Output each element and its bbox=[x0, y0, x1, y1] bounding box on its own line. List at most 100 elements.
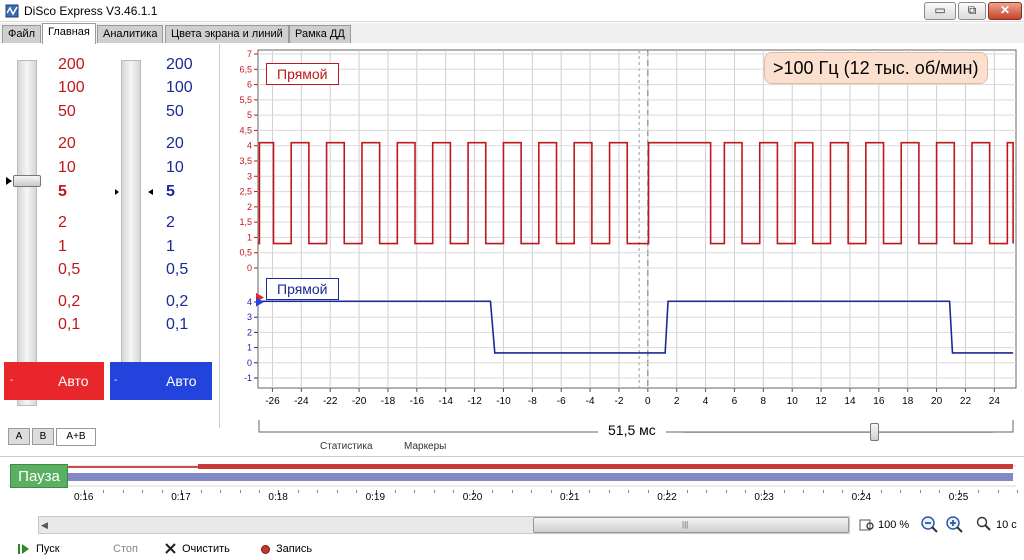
scale-value[interactable]: 200 bbox=[58, 57, 85, 73]
plot-frame bbox=[257, 49, 1017, 389]
scale-value[interactable]: 10 bbox=[58, 160, 76, 176]
red-y-tick-label: 2,5 bbox=[239, 187, 252, 197]
maximize-button[interactable]: ⧉ bbox=[958, 2, 986, 20]
overview-minor-tick bbox=[628, 490, 630, 493]
scale-value[interactable]: 100 bbox=[58, 80, 85, 96]
scale-value[interactable]: 0,1 bbox=[58, 317, 80, 333]
zoom-in-icon[interactable] bbox=[945, 515, 963, 533]
scale-value[interactable]: 1 bbox=[166, 239, 175, 255]
zoom-time: 10 с bbox=[996, 519, 1017, 531]
scale-value[interactable]: 50 bbox=[166, 104, 184, 120]
channel-b-auto-button[interactable]: - Авто bbox=[110, 362, 212, 400]
overview-minor-tick bbox=[220, 490, 222, 493]
overview-minor-tick bbox=[531, 490, 533, 493]
x-tick-label: -26 bbox=[265, 396, 280, 407]
tab-statistics[interactable]: Статистика bbox=[320, 441, 373, 452]
scale-panel: 200 100 50 20 10 5 2 1 0,5 0,2 0,1 - Авт… bbox=[0, 44, 220, 446]
horizontal-scrollbar[interactable]: ◀ ||| bbox=[38, 516, 850, 534]
blue-y-tick-label: 4 bbox=[247, 297, 252, 307]
auto-label: Авто bbox=[166, 373, 197, 389]
overview-minor-tick bbox=[686, 490, 688, 493]
tab-channel-b[interactable]: B bbox=[32, 428, 54, 445]
control-bar: Пуск Стоп Очистить Запись bbox=[0, 538, 1024, 560]
overview-strip[interactable] bbox=[8, 461, 1016, 491]
scale-value[interactable]: 0,1 bbox=[166, 317, 188, 333]
start-button[interactable]: Пуск bbox=[36, 543, 60, 555]
scrollbar-thumb[interactable]: ||| bbox=[533, 517, 849, 533]
scale-value[interactable]: 1 bbox=[58, 239, 67, 255]
auto-label: Авто bbox=[58, 373, 89, 389]
tab-analytics[interactable]: Аналитика bbox=[97, 25, 164, 43]
overview-tick-label: 0:24 bbox=[851, 492, 872, 503]
overview-trace bbox=[8, 464, 1016, 487]
scale-value[interactable]: 200 bbox=[166, 57, 193, 73]
play-icon[interactable] bbox=[18, 543, 30, 555]
scale-value[interactable]: 2 bbox=[166, 215, 175, 231]
tab-colors[interactable]: Цвета экрана и линий bbox=[165, 25, 289, 43]
channel-a-auto-button[interactable]: - Авто bbox=[4, 362, 104, 400]
clear-icon[interactable] bbox=[165, 543, 176, 554]
scale-value[interactable]: 0,2 bbox=[58, 294, 80, 310]
scale-value[interactable]: 10 bbox=[166, 160, 184, 176]
close-button[interactable]: ✕ bbox=[988, 2, 1022, 20]
scale-value[interactable]: 50 bbox=[58, 104, 76, 120]
scale-value[interactable]: 20 bbox=[58, 136, 76, 152]
overview-minor-tick bbox=[414, 490, 416, 493]
record-icon[interactable] bbox=[261, 545, 270, 554]
timebase-slider-track[interactable] bbox=[683, 432, 993, 433]
overview-minor-tick bbox=[900, 490, 902, 493]
channel-a-slider-track[interactable] bbox=[17, 60, 37, 406]
scroll-left-icon[interactable]: ◀ bbox=[41, 520, 48, 531]
oscillogram[interactable]: -26 -24 -22 -20 -18 -16 -14 -12 -10 -8 -6 -4 -2 0 2 4 6 8… bbox=[220, 44, 1024, 456]
frequency-readout: >100 Гц (12 тыс. об/мин) bbox=[764, 52, 988, 84]
red-channel-label[interactable]: Прямой bbox=[266, 63, 339, 85]
scale-value[interactable]: 0,5 bbox=[166, 262, 188, 278]
x-tick-label: 2 bbox=[674, 396, 680, 407]
blue-channel-label[interactable]: Прямой bbox=[266, 278, 339, 300]
zoom-out-icon[interactable] bbox=[920, 515, 938, 533]
scale-value-selected[interactable]: 5 bbox=[166, 184, 175, 200]
x-tick-label: -12 bbox=[467, 396, 482, 407]
overview-minor-tick bbox=[395, 490, 397, 493]
overview-minor-tick bbox=[589, 490, 591, 493]
tab-channel-a[interactable]: A bbox=[8, 428, 30, 445]
red-y-tick-label: 5 bbox=[247, 110, 252, 120]
overview-minor-tick bbox=[297, 490, 299, 493]
zoom-fit-icon[interactable] bbox=[859, 517, 875, 533]
tab-channel-ab[interactable]: A+B bbox=[56, 428, 96, 446]
scale-value[interactable]: 100 bbox=[166, 80, 193, 96]
stop-button[interactable]: Стоп bbox=[113, 543, 138, 555]
zoom-time-icon[interactable] bbox=[976, 516, 992, 532]
scale-value[interactable]: 0,5 bbox=[58, 262, 80, 278]
tab-file[interactable]: Файл bbox=[2, 25, 42, 43]
timebase-slider-thumb[interactable] bbox=[870, 423, 879, 441]
tab-main[interactable]: Главная bbox=[42, 23, 96, 44]
scale-value[interactable]: 2 bbox=[58, 215, 67, 231]
red-y-tick-label: 2 bbox=[247, 202, 252, 212]
overview-minor-tick bbox=[647, 490, 649, 493]
overview-tick-label: 0:20 bbox=[462, 492, 483, 503]
overview-minor-tick bbox=[103, 490, 105, 493]
tab-frame[interactable]: Рамка ДД bbox=[289, 25, 351, 43]
tab-markers[interactable]: Маркеры bbox=[404, 441, 446, 452]
scale-value[interactable]: 0,2 bbox=[166, 294, 188, 310]
x-tick-label: -8 bbox=[528, 396, 537, 407]
red-y-tick-label: 4 bbox=[247, 141, 252, 151]
x-tick-label: 6 bbox=[732, 396, 738, 407]
plot-area[interactable]: -26 -24 -22 -20 -18 -16 -14 -12 -10 -8 -6 -4 -2 0 2 4 6 8… bbox=[220, 44, 1024, 418]
overview-minor-tick bbox=[608, 490, 610, 493]
overview-minor-tick bbox=[258, 490, 260, 493]
channel-b-slider-track[interactable] bbox=[121, 60, 141, 390]
scale-value-selected[interactable]: 5 bbox=[58, 184, 67, 200]
pause-button[interactable]: Пауза bbox=[10, 464, 68, 488]
record-button[interactable]: Запись bbox=[276, 543, 312, 555]
grip-icon: ||| bbox=[682, 520, 689, 529]
divider bbox=[0, 456, 1024, 457]
scale-value[interactable]: 20 bbox=[166, 136, 184, 152]
overview-tick-label: 0:17 bbox=[171, 492, 191, 503]
clear-button[interactable]: Очистить bbox=[182, 543, 230, 555]
red-y-tick-label: 3,5 bbox=[239, 156, 252, 166]
minimize-button[interactable]: ▭ bbox=[924, 2, 956, 20]
channel-a-slider-thumb[interactable] bbox=[13, 175, 41, 187]
x-tick-label: 12 bbox=[816, 396, 828, 407]
